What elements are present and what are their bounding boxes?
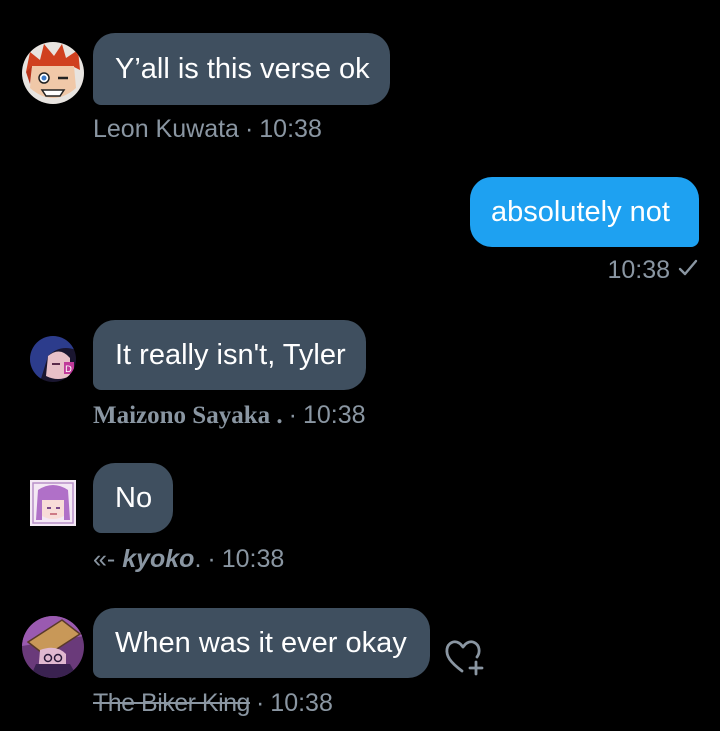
message-bubble-incoming[interactable]: It really isn't, Tyler [93, 320, 366, 390]
sender-suffix: . [194, 545, 202, 573]
avatar-maizono-sayaka[interactable]: D [30, 336, 76, 382]
separator: · [255, 689, 265, 717]
avatar-leon-kuwata[interactable] [22, 42, 84, 104]
message-text: Y’all is this verse ok [115, 52, 370, 85]
message-meta: The Biker King · 10:38 [93, 691, 333, 716]
avatar-the-biker-king[interactable] [22, 616, 84, 678]
sender-name[interactable]: kyoko [122, 545, 194, 573]
message-text: It really isn't, Tyler [115, 338, 346, 371]
timestamp: 10:38 [270, 689, 333, 717]
message-meta: Maizono Sayaka . · 10:38 [93, 401, 366, 429]
chat-thread: Y’all is this verse ok Leon Kuwata · 10:38… [0, 0, 720, 731]
checkmark-icon [678, 258, 698, 283]
message-text: No [115, 481, 153, 514]
purple-haired-avatar-icon [30, 480, 76, 526]
message-bubble-incoming[interactable]: No [93, 463, 173, 533]
sender-name[interactable]: Maizono Sayaka . [93, 402, 283, 429]
hat-avatar-icon [22, 616, 84, 678]
timestamp: 10:38 [259, 115, 322, 143]
sender-name[interactable]: The Biker King [93, 689, 250, 717]
message-text: absolutely not [491, 195, 670, 228]
sender-name[interactable]: Leon Kuwata [93, 115, 239, 143]
message-meta: 10:38 [607, 258, 698, 283]
message-meta: Leon Kuwata · 10:38 [93, 117, 322, 142]
blue-haired-avatar-icon: D [30, 336, 76, 382]
message-bubble-incoming[interactable]: Y’all is this verse ok [93, 33, 390, 105]
sender-prefix: «- [93, 545, 116, 573]
message-bubble-outgoing[interactable]: absolutely not [470, 177, 699, 247]
message-meta: «- kyoko. · 10:38 [93, 547, 284, 572]
svg-text:D: D [65, 365, 72, 375]
heart-plus-icon[interactable] [444, 638, 486, 676]
separator: · [207, 545, 216, 573]
timestamp: 10:38 [302, 401, 366, 429]
timestamp: 10:38 [607, 256, 670, 284]
red-haired-avatar-icon [22, 42, 84, 104]
avatar-kyoko[interactable] [30, 480, 76, 526]
message-text: When was it ever okay [115, 626, 407, 659]
separator: · [288, 401, 297, 429]
timestamp: 10:38 [221, 545, 285, 573]
message-bubble-incoming[interactable]: When was it ever okay [93, 608, 430, 678]
separator: · [244, 115, 254, 143]
